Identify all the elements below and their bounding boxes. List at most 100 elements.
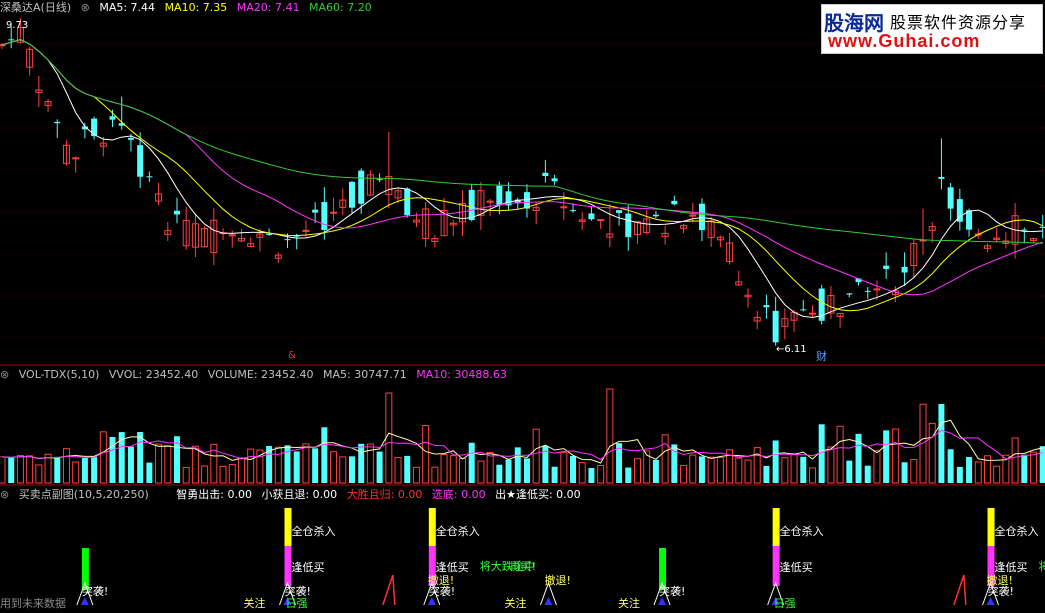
volume-bar-up	[606, 388, 614, 484]
volume-bar-down	[901, 462, 908, 483]
signal-text: 逢低买	[436, 561, 469, 574]
volume-bar-up	[532, 428, 540, 484]
signal-text: 突袭!	[988, 584, 1014, 598]
volume-bar-up	[247, 448, 255, 484]
low-price-marker: ←6.11	[776, 344, 807, 355]
signal-indicator-label: 买卖点副图(10,5,20,250)	[18, 488, 149, 501]
signal-triangle-fill	[427, 597, 436, 605]
volume-bar-up	[459, 457, 466, 484]
volume-bar-down	[146, 462, 153, 483]
volume-bar-up	[330, 451, 338, 484]
candle-body-down	[542, 172, 549, 177]
volume-bar-up	[560, 452, 568, 484]
candle-body-down	[901, 266, 908, 273]
volume-bar-up	[661, 434, 669, 484]
volume-bar-down	[293, 451, 300, 483]
volume-bar-up	[62, 448, 70, 484]
full-kill-bar	[987, 508, 995, 546]
candle-body-down	[312, 209, 319, 213]
full-kill-bar	[428, 508, 436, 546]
volume-bar-up	[431, 466, 439, 484]
signal-text: 全仓杀入	[780, 524, 824, 538]
candle-body-down	[54, 121, 61, 124]
volume-bar-up	[164, 445, 172, 484]
volume-bar-down	[551, 466, 558, 483]
volume-bar-up	[477, 460, 485, 484]
signal-text: 撤退!	[544, 573, 570, 587]
candle-body-down	[321, 202, 328, 231]
signal-text: 全仓杀入	[436, 524, 480, 538]
volume-bar-down	[468, 442, 475, 483]
candle-body-down	[551, 178, 558, 182]
volume-bar-up	[808, 467, 816, 484]
volume-bar-down	[652, 459, 659, 483]
vol-ma5-label: MA5: 30747.71	[323, 368, 407, 381]
tag-caizi: 财	[816, 349, 827, 363]
volume-bar-down	[54, 456, 61, 483]
signal-text: 逢低买	[780, 561, 813, 574]
candle-body-down	[91, 118, 98, 137]
volume-bar-down	[570, 455, 577, 483]
signal-text: 再买!	[510, 560, 536, 573]
vol-ma10-label: MA10: 30488.63	[416, 368, 507, 381]
volume-bar-down	[772, 440, 779, 483]
candle-body-up	[597, 219, 605, 222]
ma60-line	[1, 39, 1043, 244]
volume-bar-up	[633, 458, 641, 484]
volume-bar-up	[744, 459, 752, 484]
volume-bar-up	[974, 461, 982, 484]
signal-text: 逢低买	[292, 561, 325, 574]
candle-body-down	[763, 305, 770, 308]
signal-text: 关注	[504, 596, 526, 609]
candle-body-down	[698, 203, 705, 231]
candle-body-down	[137, 145, 144, 177]
volume-bar-down	[127, 446, 134, 483]
volume-bar-up	[26, 455, 34, 484]
ma60-label: MA60: 7.20	[309, 1, 372, 14]
watermark-url: www.Guhai.com	[828, 31, 981, 51]
ma10-label: MA10: 7.35	[164, 1, 228, 14]
volume-bar-up	[72, 461, 80, 484]
candle-body-up	[302, 229, 310, 232]
volume-bar-down	[321, 427, 328, 483]
candle-body-down	[1021, 229, 1028, 231]
volume-bar-down	[523, 458, 530, 483]
signal-text: 关注	[618, 596, 640, 609]
volume-bar-down	[698, 456, 705, 483]
signal-text: 突袭!	[285, 584, 311, 598]
volume-bar-down	[625, 467, 632, 483]
signal-triangle-fill	[544, 597, 553, 605]
volume-bar-down	[81, 457, 88, 483]
volume-bar-up	[1030, 451, 1038, 484]
volume-bar-down	[91, 456, 98, 483]
vvol-label: VVOL: 23452.40	[108, 368, 199, 381]
risk-line	[953, 574, 967, 606]
xiaohuo-label: 小获且退: 0.00	[261, 488, 338, 501]
volume-bar-up	[836, 425, 844, 484]
volume-bar-down	[846, 460, 853, 483]
volume-bar-down	[376, 451, 383, 483]
ma5-label: MA5: 7.44	[99, 1, 156, 14]
candle-body-down	[109, 116, 116, 120]
xuandi-label: 选底: 0.00	[431, 488, 486, 501]
low-buy-bar	[284, 546, 292, 586]
stock-name: 深桑达A	[0, 1, 41, 14]
candle-body-down	[358, 170, 365, 204]
volume-bar-up	[394, 457, 402, 484]
volume-bar-down	[800, 456, 807, 483]
volume-bar-down	[966, 456, 973, 483]
signal-legend: ⊗ 买卖点副图(10,5,20,250) 智勇出击: 0.00 小获且退: 0.…	[0, 488, 581, 501]
price-legend: 深桑达A(日线) ⊗ MA5: 7.44 MA10: 7.35 MA20: 7.…	[0, 1, 372, 14]
candle-body-down	[938, 176, 945, 179]
volume-label: VOLUME: 23452.40	[207, 368, 314, 381]
candle-body-down	[404, 188, 411, 216]
volume-bar-up	[1011, 437, 1019, 484]
volume-bar-down	[404, 455, 411, 483]
candle-body-down	[173, 210, 180, 215]
candle-body-down	[348, 181, 355, 208]
volume-bar-up	[237, 457, 245, 484]
candle-body-down	[588, 213, 595, 220]
candle-body-down	[127, 137, 134, 140]
full-kill-bar	[284, 508, 292, 546]
candle-body-up	[330, 211, 338, 214]
